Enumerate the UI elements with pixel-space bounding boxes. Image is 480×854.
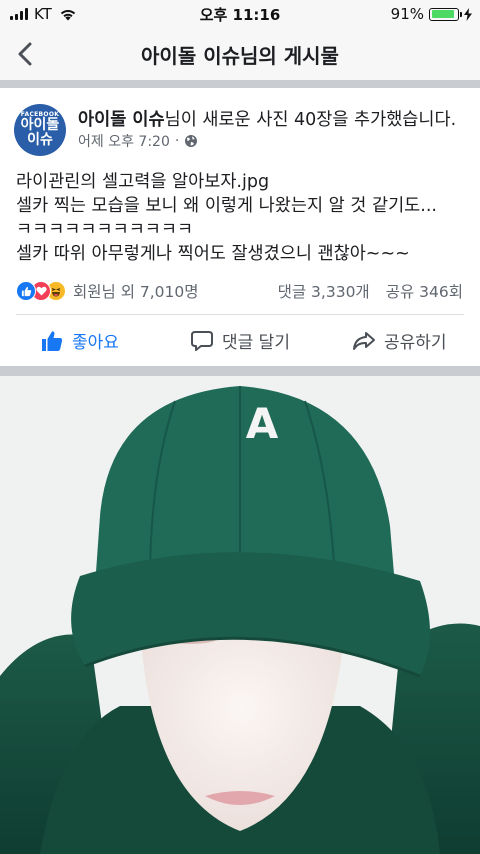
- stats-divider: [16, 314, 464, 315]
- page-name-link[interactable]: 아이돌 이슈: [78, 110, 165, 130]
- avatar-line-1: 아이돌: [20, 117, 60, 133]
- share-arrow-icon: [353, 331, 375, 350]
- post-headline: 아이돌 이슈님이 새로운 사진 40장을 추가했습니다.: [78, 106, 456, 131]
- share-label: 공유하기: [384, 333, 447, 353]
- post-body-line: 라이관린의 셀고력을 알아보자.jpg: [16, 172, 270, 192]
- post-body-line: ㅋㅋㅋㅋㅋㅋㅋㅋㅋㅋㅋ: [16, 220, 194, 240]
- post-meta: 어제 오후 7:20 ·: [78, 131, 198, 151]
- post-body-line: 셀카 따위 아무렇게나 찍어도 잘생겼으니 괜찮아~~~: [16, 244, 410, 264]
- page-title: 아이돌 이슈님의 게시물: [141, 44, 339, 68]
- page-avatar[interactable]: FACEBOOK 아이돌 이슈: [14, 104, 66, 156]
- reactions-summary[interactable]: 회원님 외 7,010명: [16, 280, 199, 302]
- comment-label: 댓글 달기: [222, 333, 290, 353]
- like-label: 좋아요: [72, 333, 119, 353]
- post-photo[interactable]: A: [0, 376, 480, 854]
- status-bar: KT 오후 11:16 91%: [0, 0, 480, 28]
- post-body: 라이관린의 셀고력을 알아보자.jpg 셀카 찍는 모습을 보니 왜 이렇게 나…: [16, 170, 437, 266]
- share-button[interactable]: 공유하기: [352, 328, 447, 353]
- nav-divider: [0, 80, 480, 88]
- action-divider: [0, 366, 480, 376]
- selfie-illustration: A: [0, 376, 480, 854]
- reaction-count: 회원님 외 7,010명: [73, 283, 199, 301]
- like-button[interactable]: 좋아요: [40, 328, 119, 353]
- cap-letter: A: [246, 399, 279, 448]
- battery-fill: [431, 10, 455, 18]
- avatar-line-2: 이슈: [27, 132, 53, 148]
- charging-bolt-icon: [464, 7, 472, 21]
- status-right: 91%: [391, 4, 472, 24]
- post-timestamp[interactable]: 어제 오후 7:20: [78, 131, 170, 151]
- stats-right: 댓글 3,330개 공유 346회: [278, 280, 463, 302]
- nav-bar: 아이돌 이슈님의 게시물: [0, 28, 480, 80]
- action-bar: 좋아요 댓글 달기 공유하기: [0, 316, 480, 366]
- battery-icon: [429, 7, 462, 21]
- post-body-line: 셀카 찍는 모습을 보니 왜 이렇게 나왔는지 알 것 같기도...: [16, 196, 437, 216]
- thumbs-up-icon: [42, 330, 63, 351]
- comment-button[interactable]: 댓글 달기: [190, 328, 290, 353]
- comment-bubble-icon: [191, 330, 213, 351]
- share-count-link[interactable]: 공유 346회: [386, 280, 463, 302]
- post-action-text: 님이 새로운 사진 40장을 추가했습니다.: [164, 110, 457, 130]
- comment-count-link[interactable]: 댓글 3,330개: [278, 280, 370, 302]
- battery-percent: 91%: [390, 5, 424, 23]
- like-icon: [16, 281, 36, 301]
- globe-icon: [185, 135, 198, 147]
